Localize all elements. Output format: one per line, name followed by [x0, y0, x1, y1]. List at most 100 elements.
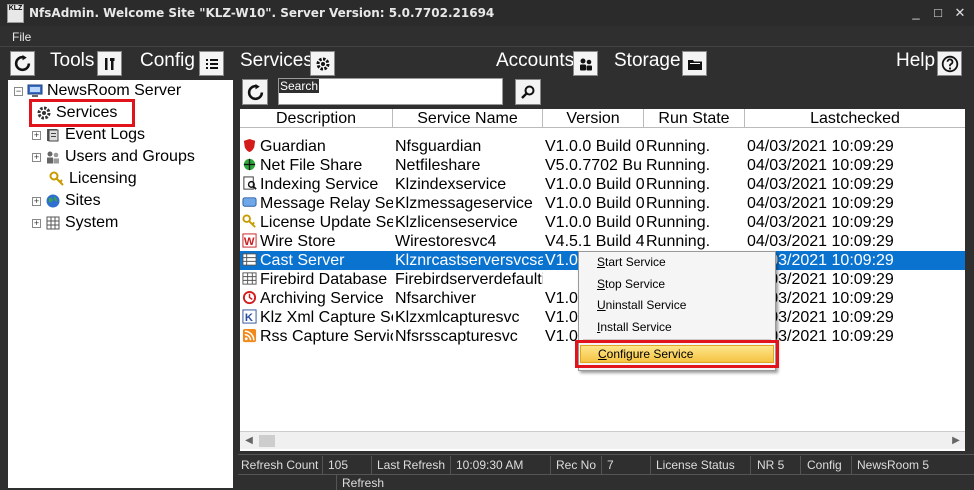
index-icon: [242, 176, 257, 191]
help-icon[interactable]: [937, 51, 962, 76]
table-cell-description: Cast Server: [240, 251, 393, 270]
computer-icon: [27, 83, 43, 99]
grid-header: Description Service Name Version Run Sta…: [240, 109, 965, 128]
minimize-button[interactable]: _: [906, 4, 926, 22]
table-cell-state: Running.: [646, 233, 711, 250]
table-cell-service: Netfileshare: [395, 157, 481, 174]
folder-icon[interactable]: [682, 51, 707, 76]
table-row[interactable]: Net File Share Netfileshare V5.0.7702 Bu Ru…: [240, 156, 965, 175]
table-cell-service: Nfsarchiver: [395, 290, 476, 307]
table-cell-state: Running.: [646, 138, 711, 155]
menu-configure-service[interactable]: Configure Service: [580, 345, 774, 363]
table-cell-service: Klzmessageservice: [395, 195, 533, 212]
log-book-icon: [45, 127, 61, 143]
tree-item-system[interactable]: + System: [32, 213, 118, 233]
table-cell-description: Rss Capture Servic: [240, 327, 393, 346]
table-cell-description: Net File Share: [240, 156, 393, 175]
expand-icon[interactable]: +: [32, 196, 41, 206]
toolbar-help[interactable]: Help: [896, 50, 935, 72]
collapse-icon[interactable]: −: [14, 86, 23, 96]
expand-icon[interactable]: +: [32, 218, 41, 228]
tree-root-label: NewsRoom Server: [47, 82, 182, 99]
status-bar: Refresh Count 105 Last Refresh 10:09:30 …: [238, 454, 974, 474]
system-grid-icon: [45, 215, 61, 231]
users-tree-icon: [45, 149, 61, 165]
column-header-description[interactable]: Description: [240, 109, 393, 128]
scroll-left-icon[interactable]: ◀: [242, 434, 256, 448]
table-cell-description: License Update Se: [240, 213, 393, 232]
menu-file[interactable]: File: [12, 30, 31, 44]
table-cell-checked: 04/03/2021 10:09:29: [747, 195, 894, 212]
rss-icon: [242, 328, 257, 343]
table-cell-checked: 04/03/2021 10:09:29: [747, 290, 894, 307]
expand-icon[interactable]: +: [32, 152, 41, 162]
highlight-box: Configure Service: [575, 340, 779, 368]
tree-item-event-logs[interactable]: + Event Logs: [32, 125, 145, 145]
table-cell-version: V1.0.0 Build 0: [545, 214, 644, 231]
globe-icon: [45, 193, 61, 209]
xml-icon: K: [242, 309, 257, 324]
bottom-bar: Refresh: [238, 474, 974, 490]
toolbar-accounts[interactable]: Accounts: [496, 50, 574, 72]
scroll-right-icon[interactable]: ▶: [949, 434, 963, 448]
column-header-service-name[interactable]: Service Name: [393, 109, 543, 128]
column-header-version[interactable]: Version: [543, 109, 644, 128]
toolbar-tools[interactable]: Tools: [50, 50, 94, 72]
tree-item-label: Users and Groups: [65, 148, 195, 165]
toolbar-services[interactable]: Services: [240, 50, 313, 72]
table-cell-service: Wirestoresvc4: [395, 233, 497, 250]
config-list-icon[interactable]: [199, 51, 224, 76]
tree-item-label: Licensing: [69, 170, 137, 187]
table-cell-state: Running.: [646, 214, 711, 231]
toolbar-config[interactable]: Config: [140, 50, 195, 72]
toolbar: Tools Config Services Accounts Storage H…: [0, 46, 974, 78]
key-icon: [242, 214, 257, 229]
menu-install-service[interactable]: Install Service: [597, 318, 672, 336]
key-icon: [49, 171, 65, 187]
scroll-thumb[interactable]: [259, 435, 275, 447]
search-label: Search: [279, 79, 320, 93]
menu-stop-service[interactable]: Stop Service: [597, 275, 665, 293]
bottom-refresh-label: Refresh: [342, 476, 385, 490]
table-row[interactable]: Indexing Service Klzindexservice V1.0.0 Bu…: [240, 175, 965, 194]
status-rec-no: 7: [607, 458, 614, 472]
tree-item-users-and-groups[interactable]: + Users and Groups: [32, 147, 195, 167]
search-button[interactable]: [515, 79, 541, 105]
status-refresh-count: 105: [328, 458, 349, 472]
table-row[interactable]: License Update Se Klzlicenseservice V1.0.0…: [240, 213, 965, 232]
users-icon[interactable]: [573, 51, 598, 76]
toolbar-storage[interactable]: Storage: [614, 50, 681, 72]
horizontal-scrollbar[interactable]: ◀ ▶: [240, 431, 965, 449]
maximize-button[interactable]: □: [928, 4, 948, 22]
menu-uninstall-service[interactable]: Uninstall Service: [597, 296, 686, 314]
table-cell-version: V5.0.7702 Bu: [545, 157, 642, 174]
table-cell-checked: 04/03/2021 10:09:29: [747, 252, 894, 269]
network-icon: [242, 157, 257, 172]
close-button[interactable]: ✕: [950, 4, 970, 22]
table-row[interactable]: Message Relay Ser Klzmessageservice V1.0.0…: [240, 194, 965, 213]
tools-icon[interactable]: [97, 51, 122, 76]
refresh-icon[interactable]: [10, 51, 35, 76]
status-license-status: NR 5: [757, 458, 785, 472]
tree-item-label: System: [65, 214, 119, 231]
table-cell-checked: 04/03/2021 10:09:29: [747, 214, 894, 231]
expand-icon[interactable]: +: [32, 130, 41, 140]
table-row[interactable]: Guardian Nfsguardian V1.0.0 Build 0 Running…: [240, 137, 965, 156]
table-cell-checked: 04/03/2021 10:09:29: [747, 233, 894, 250]
menu-start-service[interactable]: Start Service: [597, 253, 666, 271]
tree-root[interactable]: − NewsRoom Server: [14, 81, 181, 101]
table-cell-service: Klzlicenseservice: [395, 214, 518, 231]
table-cell-description: Indexing Service: [240, 175, 393, 194]
grid-refresh-button[interactable]: [242, 79, 268, 105]
column-header-lastchecked[interactable]: Lastchecked: [745, 109, 965, 128]
tree-item-licensing[interactable]: Licensing: [49, 169, 137, 189]
column-header-run-state[interactable]: Run State: [644, 109, 745, 128]
gear-icon[interactable]: [310, 51, 335, 76]
tree-item-sites[interactable]: + Sites: [32, 191, 101, 211]
status-last-refresh-label: Last Refresh: [377, 458, 446, 472]
table-row[interactable]: W Wire Store Wirestoresvc4 V4.5.1 Build 4 Ru…: [240, 232, 965, 251]
svg-text:W: W: [244, 236, 255, 248]
table-cell-checked: 04/03/2021 10:09:29: [747, 271, 894, 288]
wire-icon: W: [242, 233, 257, 248]
status-rec-no-label: Rec No: [556, 458, 597, 472]
